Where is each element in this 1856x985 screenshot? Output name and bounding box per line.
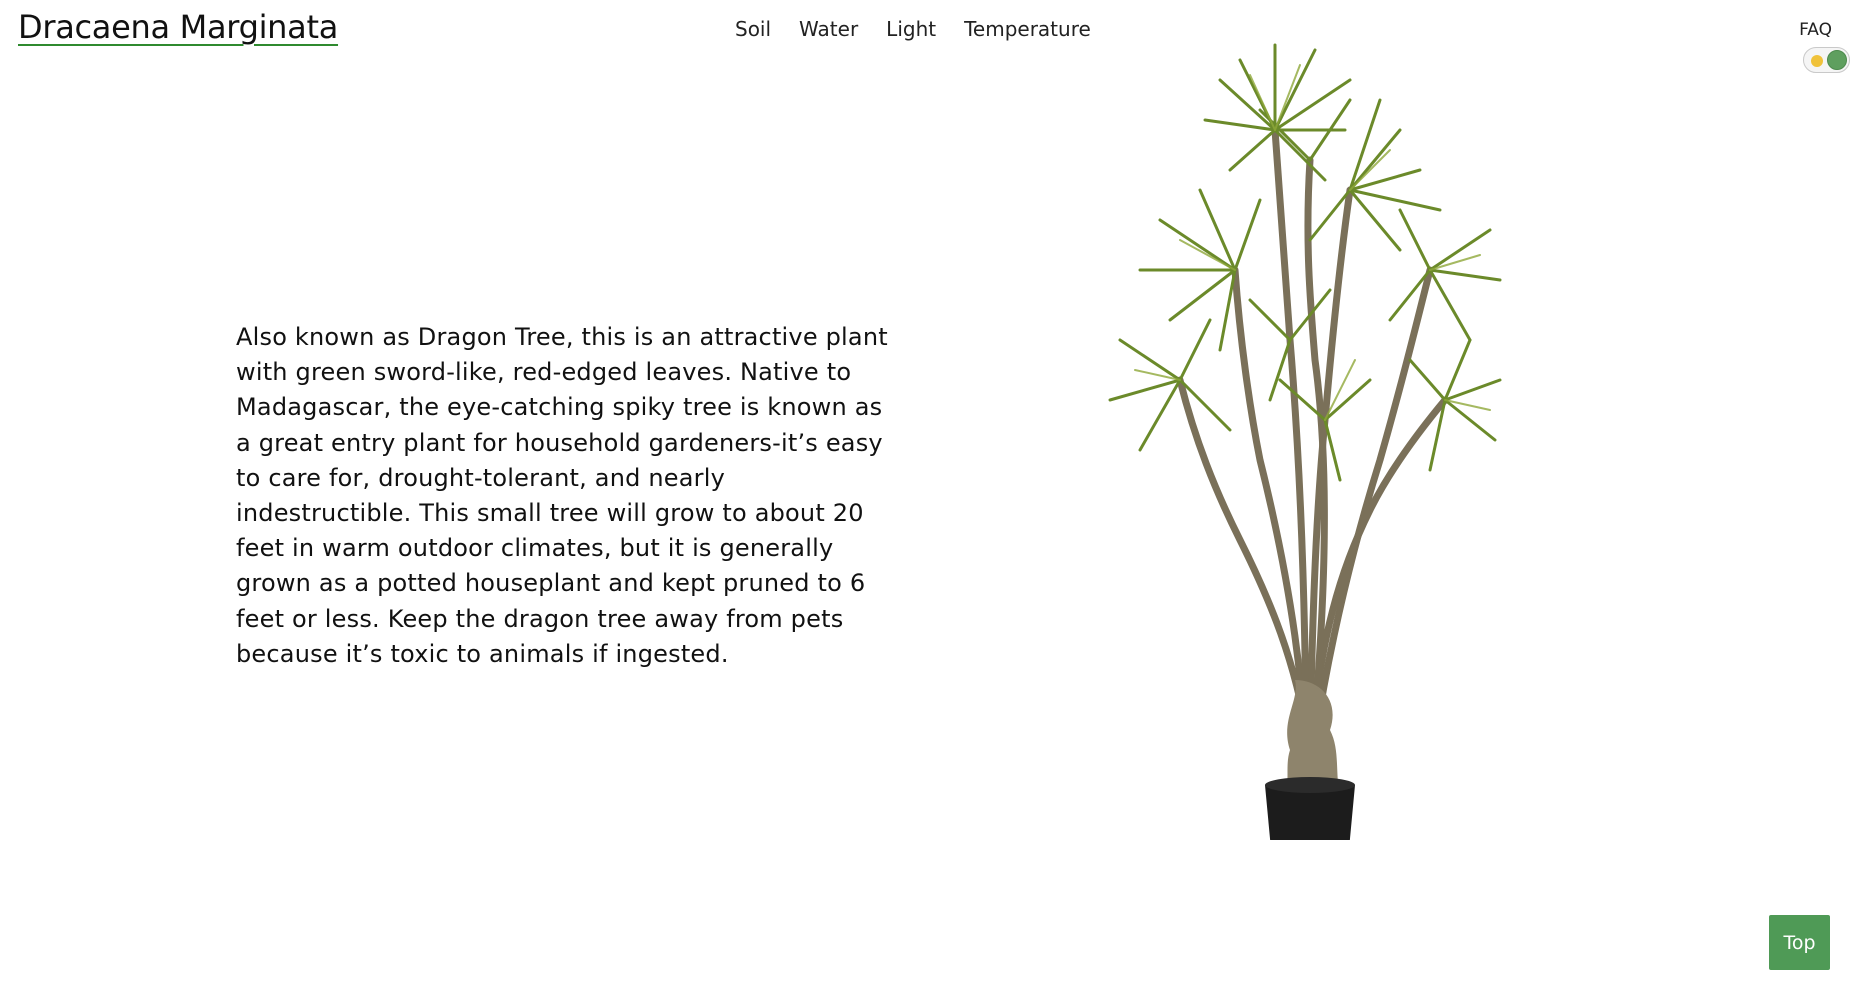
main-nav: Soil Water Light Temperature bbox=[735, 17, 1091, 41]
sun-icon bbox=[1811, 55, 1823, 67]
toggle-knob bbox=[1827, 50, 1847, 70]
nav-link-soil[interactable]: Soil bbox=[735, 17, 771, 41]
nav-link-temperature[interactable]: Temperature bbox=[964, 17, 1091, 41]
back-to-top-button[interactable]: Top bbox=[1769, 915, 1830, 970]
plant-description: Also known as Dragon Tree, this is an at… bbox=[236, 323, 888, 668]
page: Dracaena Marginata Soil Water Light Temp… bbox=[0, 0, 1856, 985]
nav-link-water[interactable]: Water bbox=[799, 17, 858, 41]
theme-toggle[interactable] bbox=[1803, 47, 1850, 73]
site-title-link[interactable]: Dracaena Marginata bbox=[18, 8, 338, 46]
faq-link[interactable]: FAQ bbox=[1799, 20, 1832, 40]
nav-link-light[interactable]: Light bbox=[886, 17, 936, 41]
dracaena-plant-image bbox=[1108, 43, 1502, 840]
